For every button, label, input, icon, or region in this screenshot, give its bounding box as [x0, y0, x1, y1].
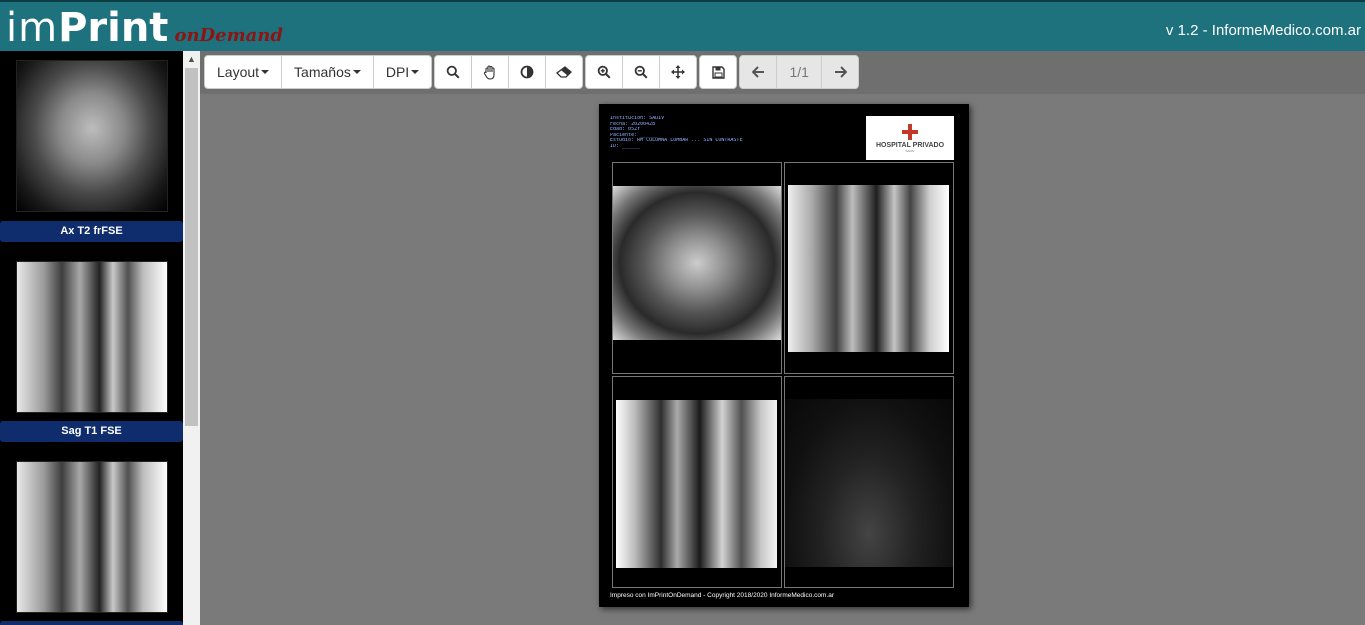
- app-header: im Print onDemand v 1.2 - InformeMedico.…: [0, 0, 1365, 51]
- hospital-name: HOSPITAL PRIVADO: [875, 141, 945, 149]
- image-frame[interactable]: [784, 162, 954, 374]
- next-page-button[interactable]: [821, 55, 860, 89]
- logo-print: Print: [58, 5, 169, 51]
- save-button[interactable]: [699, 55, 738, 89]
- page-indicator: 1/1: [776, 55, 823, 89]
- image-frame[interactable]: [612, 376, 782, 588]
- search-button[interactable]: [434, 55, 473, 89]
- dpi-dropdown[interactable]: DPI: [372, 55, 433, 89]
- series-label[interactable]: Sag T1 FSE: [0, 421, 183, 442]
- print-sheet[interactable]: Institución: SADIV Fecha: 20200428 Edad:…: [599, 104, 969, 607]
- pan-button[interactable]: [471, 55, 510, 89]
- print-preview-canvas[interactable]: Institución: SADIV Fecha: 20200428 Edad:…: [200, 94, 1365, 625]
- move-button[interactable]: [659, 55, 698, 89]
- hospital-logo: HOSPITAL PRIVADO SADIV: [866, 116, 954, 160]
- mri-image-sagittal[interactable]: [788, 185, 949, 352]
- logo-ondemand: onDemand: [174, 25, 283, 46]
- scroll-up-arrow-icon[interactable]: ▲: [183, 51, 200, 68]
- zoom-out-icon: [634, 65, 648, 79]
- layout-dropdown-label: Layout: [217, 64, 260, 80]
- arrow-left-icon: [751, 66, 764, 78]
- sidebar-scrollbar[interactable]: ▲: [183, 51, 200, 625]
- contrast-icon: [520, 65, 534, 79]
- view-group: [585, 55, 698, 89]
- sheet-footer: Impreso con ImPrintOnDemand - Copyright …: [610, 592, 834, 599]
- app-logo: im Print onDemand: [6, 6, 283, 50]
- medical-cross-icon: [902, 123, 918, 140]
- toolbar: Layout Tamaños DPI 1/1: [204, 55, 860, 89]
- sizes-dropdown-label: Tamaños: [294, 64, 351, 80]
- metadata-line: ID: ______: [610, 143, 641, 149]
- tools-group: [434, 55, 584, 89]
- series-sidebar[interactable]: Ax T2 frFSE Sag T1 FSE: [0, 51, 200, 625]
- previous-page-button[interactable]: [739, 55, 778, 89]
- mri-image-stir[interactable]: [785, 399, 953, 567]
- arrow-right-icon: [834, 66, 847, 78]
- app-window: im Print onDemand v 1.2 - InformeMedico.…: [0, 0, 1365, 625]
- caret-down-icon: [261, 70, 270, 74]
- version-label: v 1.2 - InformeMedico.com.ar: [1165, 22, 1361, 39]
- hand-icon: [484, 64, 495, 80]
- series-label[interactable]: Ax T2 frFSE: [0, 221, 183, 242]
- series-label[interactable]: [0, 621, 183, 625]
- sizes-dropdown[interactable]: Tamaños: [281, 55, 374, 89]
- series-thumbnail-image[interactable]: [16, 261, 168, 413]
- layout-dropdown[interactable]: Layout: [204, 55, 283, 89]
- image-frame[interactable]: [784, 376, 954, 588]
- eraser-icon: [556, 66, 573, 78]
- zoom-in-icon: [597, 65, 611, 79]
- mri-image-axial[interactable]: [613, 186, 781, 340]
- layout-options-group: Layout Tamaños DPI: [204, 55, 433, 89]
- study-metadata: Institución: SADIV Fecha: 20200428 Edad:…: [610, 116, 860, 150]
- logo-im: im: [6, 5, 59, 51]
- search-icon: [446, 65, 460, 79]
- move-icon: [671, 65, 686, 79]
- series-thumbnail-image[interactable]: [16, 461, 168, 613]
- hospital-subtitle: SADIV: [905, 148, 915, 153]
- caret-down-icon: [411, 70, 420, 74]
- eraser-button[interactable]: [545, 55, 584, 89]
- pagination-group: 1/1: [739, 55, 860, 89]
- toolbar-area: Layout Tamaños DPI 1/1: [200, 51, 1365, 94]
- zoom-out-button[interactable]: [622, 55, 661, 89]
- mri-image-sagittal[interactable]: [616, 400, 777, 568]
- save-group: [699, 55, 738, 89]
- caret-down-icon: [352, 70, 361, 74]
- contrast-button[interactable]: [508, 55, 547, 89]
- zoom-in-button[interactable]: [585, 55, 624, 89]
- dpi-dropdown-label: DPI: [385, 64, 410, 80]
- scrollbar-thumb[interactable]: [185, 68, 198, 426]
- series-thumbnail-image[interactable]: [16, 60, 168, 212]
- image-frame[interactable]: [612, 162, 782, 374]
- save-icon: [712, 65, 725, 79]
